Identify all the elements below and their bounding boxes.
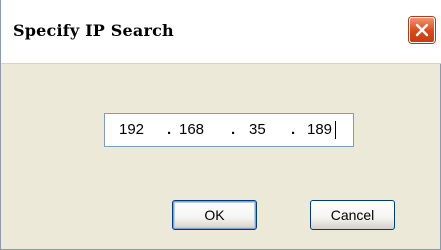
ip-octet-2[interactable]: 168 bbox=[179, 121, 204, 139]
dialog-title: Specify IP Search bbox=[13, 21, 174, 40]
ip-address-input[interactable]: 192 . 168 . 35 . 189 bbox=[104, 113, 354, 147]
text-caret bbox=[335, 121, 336, 139]
close-button[interactable] bbox=[409, 17, 435, 43]
dialog-window: Specify IP Search 192 . 168 . 35 . 189 O… bbox=[0, 0, 441, 250]
cancel-button[interactable]: Cancel bbox=[310, 200, 395, 230]
ip-octet-1[interactable]: 192 bbox=[119, 121, 144, 139]
ip-separator-1: . bbox=[167, 121, 172, 138]
ok-button[interactable]: OK bbox=[172, 200, 257, 230]
close-icon bbox=[415, 23, 429, 37]
ip-separator-3: . bbox=[291, 121, 296, 138]
ip-octet-3[interactable]: 35 bbox=[249, 121, 266, 139]
ip-octet-4[interactable]: 189 bbox=[307, 121, 332, 139]
ip-separator-2: . bbox=[231, 121, 236, 138]
title-bar[interactable]: Specify IP Search bbox=[1, 0, 441, 64]
